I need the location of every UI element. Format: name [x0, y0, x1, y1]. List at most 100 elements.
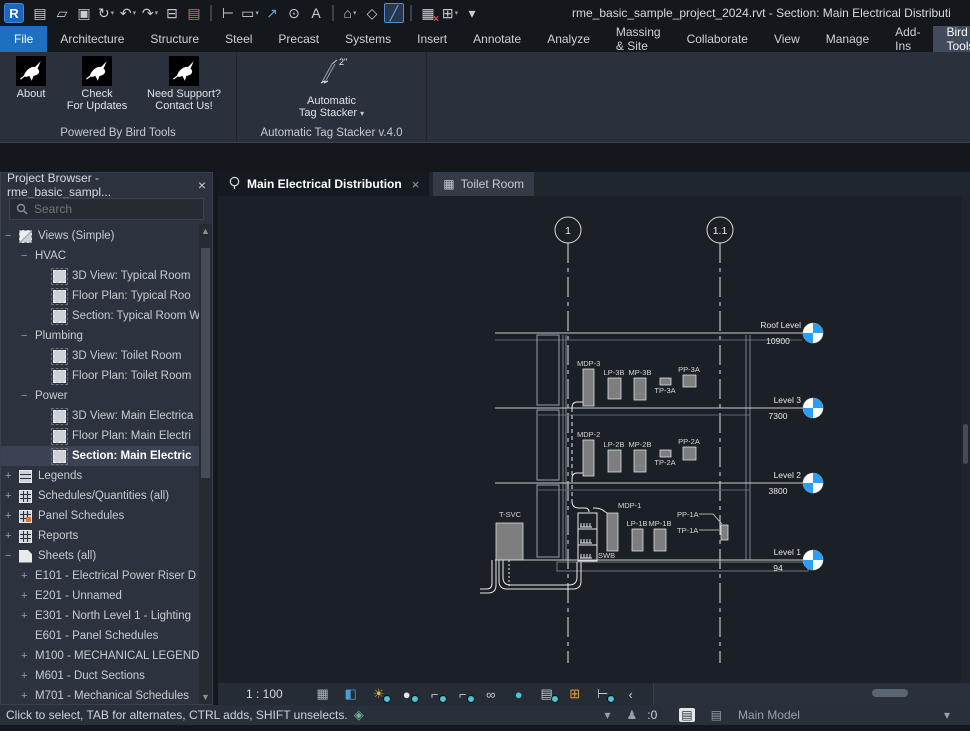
ribbon-tab[interactable]: Insert [404, 26, 460, 52]
ribbon-tab[interactable]: Structure [137, 26, 212, 52]
ribbon-tab[interactable]: Manage [813, 26, 882, 52]
detail-level-icon[interactable]: ▦ [314, 685, 332, 703]
tree-item[interactable]: − Plumbing [1, 326, 212, 346]
dropdown-caret[interactable]: ▾ [255, 9, 259, 17]
tree-item[interactable]: Floor Plan: Typical Roo [1, 286, 212, 306]
ribbon-tab[interactable]: Annotate [460, 26, 534, 52]
save-icon[interactable]: ▣ [74, 3, 94, 23]
worksharing-display-icon[interactable]: ⊞ [566, 685, 584, 703]
close-icon[interactable]: × [198, 177, 206, 193]
redo-icon[interactable]: ↷▾ [140, 3, 160, 23]
tree-item[interactable]: + Schedules/Quantities (all) [1, 486, 212, 506]
tree-expander[interactable]: − [5, 550, 19, 562]
scrollbar-thumb[interactable] [872, 689, 908, 697]
crop-region-visibility-icon[interactable]: ⌐ [454, 685, 472, 703]
tree-expander[interactable]: − [21, 250, 35, 262]
undo-icon[interactable]: ↶▾ [118, 3, 138, 23]
tag-icon[interactable]: ⊙ [284, 3, 304, 23]
export-icon[interactable]: ▤ [184, 3, 204, 23]
chevron-down-icon[interactable]: ▾ [944, 708, 950, 722]
ribbon-tab[interactable]: Analyze [534, 26, 603, 52]
collapse-ribbon-icon[interactable]: ▾ [462, 3, 482, 23]
view-tab-toilet-room[interactable]: ▦ Toilet Room [433, 172, 534, 196]
canvas-horizontal-scrollbar[interactable] [653, 683, 970, 705]
open-file-icon[interactable]: ▱ [52, 3, 72, 23]
close-inactive-windows-icon[interactable]: ▦× [418, 3, 438, 23]
tree-expander[interactable]: + [21, 670, 35, 682]
dropdown-caret[interactable]: ▾ [155, 9, 159, 17]
dropdown-caret[interactable]: ▾ [360, 109, 364, 118]
ruler-icon[interactable]: ▭▾ [240, 3, 260, 23]
visual-style-icon[interactable]: ◧ [342, 685, 360, 703]
separator[interactable] [410, 5, 412, 21]
crop-view-icon[interactable]: ⌐ [426, 685, 444, 703]
view-tab-main-electrical[interactable]: Main Electrical Distribution × [218, 172, 429, 196]
automatic-tag-stacker-button[interactable]: 2" Automatic Tag Stacker ▾ [287, 56, 377, 120]
tree-item[interactable]: − HVAC [1, 246, 212, 266]
separator[interactable] [332, 5, 334, 21]
tree-item[interactable]: + Legends [1, 466, 212, 486]
canvas-vertical-scrollbar[interactable] [961, 196, 970, 683]
scrollbar-thumb[interactable] [201, 248, 210, 478]
browser-scrollbar[interactable]: ▲ ▼ [199, 224, 212, 704]
separator[interactable] [210, 5, 212, 21]
default-3d-view-icon[interactable]: ⌂▾ [340, 3, 360, 23]
shadows-icon[interactable]: ● [398, 685, 416, 703]
tree-expander[interactable]: + [5, 530, 19, 542]
project-browser-toggle-icon[interactable]: ▤ [711, 708, 722, 722]
ribbon-tab[interactable]: Add-Ins [882, 26, 933, 52]
tree-item[interactable]: + M701 - Mechanical Schedules [1, 686, 212, 704]
tree-item[interactable]: Section: Typical Room W [1, 306, 212, 326]
search-box[interactable] [9, 198, 204, 220]
constraints-icon[interactable]: ⊢ [594, 685, 612, 703]
tree-item[interactable]: 3D View: Typical Room [1, 266, 212, 286]
chevron-down-icon[interactable]: ▾ [604, 708, 610, 722]
reveal-hidden-elements-icon[interactable]: ● [510, 685, 528, 703]
tree-item[interactable]: 3D View: Toilet Room [1, 346, 212, 366]
panel-footer[interactable]: Automatic Tag Stacker v.4.0 [237, 125, 426, 142]
dropdown-caret[interactable]: ▾ [111, 9, 115, 17]
ribbon-tab[interactable]: Collaborate [674, 26, 761, 52]
sun-path-icon[interactable]: ☀ [370, 685, 388, 703]
search-input[interactable] [34, 202, 174, 216]
tree-item[interactable]: Floor Plan: Main Electri [1, 426, 212, 446]
tree-item[interactable]: Section: Main Electric [1, 446, 212, 466]
tree-expander[interactable]: − [21, 330, 35, 342]
ribbon-tab[interactable]: Precast [265, 26, 332, 52]
dropdown-caret[interactable]: ▾ [353, 9, 357, 17]
scroll-down-icon[interactable]: ▼ [199, 690, 212, 704]
about-button[interactable]: About [8, 56, 54, 100]
tree-expander[interactable]: − [5, 230, 19, 242]
tree-expander[interactable]: − [21, 390, 35, 402]
ribbon-tab[interactable]: Systems [332, 26, 404, 52]
revit-logo[interactable]: R [4, 3, 24, 23]
tree-item[interactable]: Floor Plan: Toilet Room [1, 366, 212, 386]
measure-icon[interactable]: ⊢ [218, 3, 238, 23]
close-icon[interactable]: × [412, 177, 420, 192]
tree-item[interactable]: + E101 - Electrical Power Riser D [1, 566, 212, 586]
view-scale[interactable]: 1 : 100 [246, 687, 283, 701]
tree-item[interactable]: + M601 - Duct Sections [1, 666, 212, 686]
ribbon-tab[interactable]: Steel [212, 26, 265, 52]
text-icon[interactable]: A [306, 3, 326, 23]
drawing-canvas[interactable]: MDP-3 LP-3B MP-3B TP-3A PP-3A MDP-2 LP-2… [218, 196, 970, 683]
tree-expander[interactable]: + [21, 650, 35, 662]
ribbon-tab[interactable]: Massing & Site [603, 26, 674, 52]
tree-expander[interactable]: + [5, 470, 19, 482]
temporary-hide-isolate-icon[interactable]: ∞ [482, 685, 500, 703]
properties-icon[interactable]: ▤ [30, 3, 50, 23]
tree-expander[interactable]: + [21, 570, 35, 582]
ribbon-tab[interactable]: File [0, 26, 47, 52]
tree-item[interactable]: − Power [1, 386, 212, 406]
tree-item[interactable]: − Views (Simple) [1, 226, 212, 246]
ribbon-tab[interactable]: Architecture [47, 26, 137, 52]
print-icon[interactable]: ⊟ [162, 3, 182, 23]
tree-item[interactable]: + E201 - Unnamed [1, 586, 212, 606]
ribbon-tab[interactable]: Bird Tools [933, 26, 970, 52]
section-icon[interactable]: ◇ [362, 3, 382, 23]
properties-palette-icon[interactable]: ▤ [679, 708, 694, 722]
scrollbar-thumb[interactable] [963, 424, 968, 464]
temporary-view-properties-icon[interactable]: ▤ [538, 685, 556, 703]
tree-item[interactable]: + Reports [1, 526, 212, 546]
scroll-up-icon[interactable]: ▲ [199, 224, 212, 238]
